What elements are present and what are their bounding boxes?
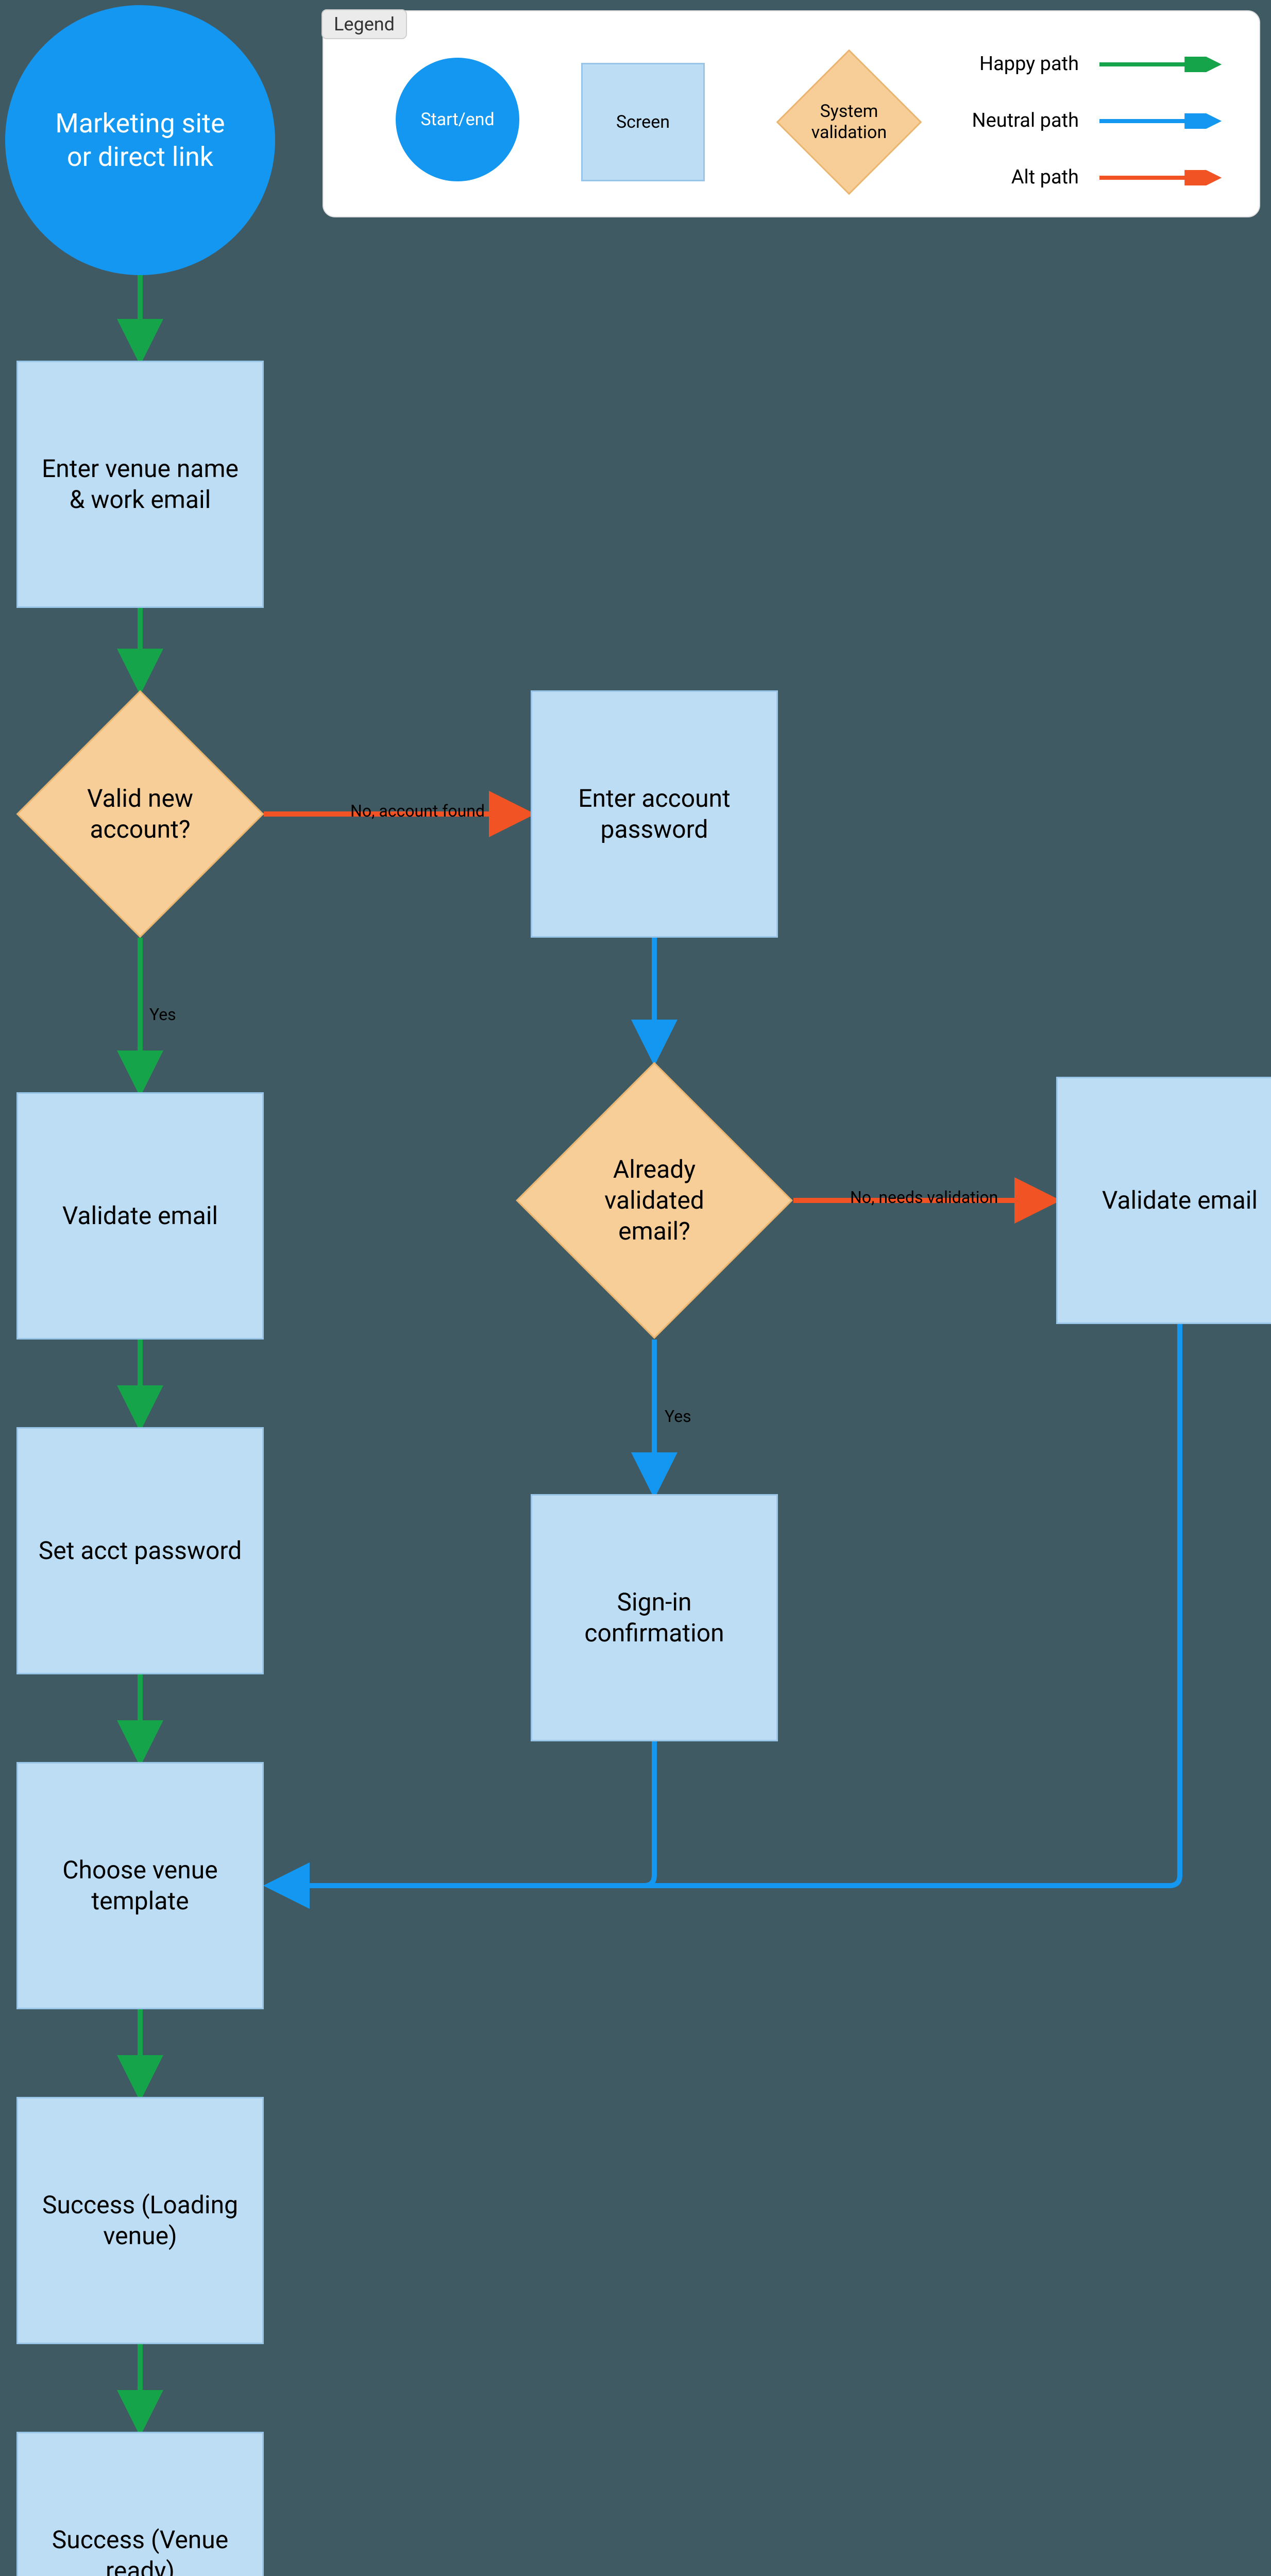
legend-title: Legend [321, 9, 407, 39]
legend-neutral-label: Neutral path [972, 109, 1079, 133]
node-success-loading-label: Success (Loading venue) [42, 2190, 238, 2251]
legend-start-end: Start/end [396, 58, 519, 181]
legend-validation-label: System validation [811, 101, 887, 143]
node-valid-new-account: Valid new account? [53, 726, 228, 902]
node-choose-template: Choose venue template [16, 1762, 264, 2009]
legend-neutral-row: Neutral path [972, 109, 1228, 133]
node-set-password: Set acct password [16, 1427, 264, 1674]
legend-alt-row: Alt path [1011, 166, 1228, 190]
node-enter-venue: Enter venue name & work email [16, 361, 264, 608]
node-enter-password-label: Enter account password [578, 783, 731, 845]
edge-yes-2: Yes [665, 1406, 691, 1426]
node-set-password-label: Set acct password [39, 1535, 242, 1566]
node-success-ready: Success (Venue ready) [16, 2432, 264, 2576]
node-enter-password: Enter account password [531, 690, 778, 938]
node-choose-template-label: Choose venue template [62, 1855, 217, 1917]
node-already-validated: Already validated email? [556, 1103, 752, 1298]
legend-screen: Screen [581, 63, 705, 181]
legend-happy-row: Happy path [979, 53, 1228, 76]
legend-validation: System validation [798, 71, 901, 174]
node-validate-email-left-label: Validate email [62, 1200, 218, 1231]
node-signin-confirmation-label: Sign-in confirmation [584, 1587, 724, 1649]
node-already-validated-label: Already validated email? [604, 1154, 704, 1247]
edge-no-needs-validation: No, needs validation [850, 1188, 998, 1207]
node-valid-new-account-label: Valid new account? [87, 783, 193, 845]
legend-happy-label: Happy path [979, 53, 1079, 76]
node-enter-venue-label: Enter venue name & work email [42, 453, 239, 515]
legend-alt-label: Alt path [1011, 166, 1079, 190]
node-validate-email-left: Validate email [16, 1092, 264, 1340]
edge-no-account-found: No, account found [350, 801, 485, 821]
node-validate-email-right: Validate email [1056, 1077, 1271, 1324]
legend-panel: Legend Start/end Screen System validatio… [323, 10, 1260, 217]
node-start-label: Marketing site or direct link [55, 107, 225, 174]
node-signin-confirmation: Sign-in confirmation [531, 1494, 778, 1741]
edge-yes-1: Yes [149, 1005, 176, 1024]
node-start: Marketing site or direct link [5, 5, 275, 275]
node-validate-email-right-label: Validate email [1102, 1185, 1258, 1216]
legend-screen-label: Screen [616, 112, 670, 133]
node-success-loading: Success (Loading venue) [16, 2097, 264, 2344]
legend-start-end-label: Start/end [420, 109, 494, 130]
node-success-ready-label: Success (Venue ready) [52, 2524, 228, 2576]
